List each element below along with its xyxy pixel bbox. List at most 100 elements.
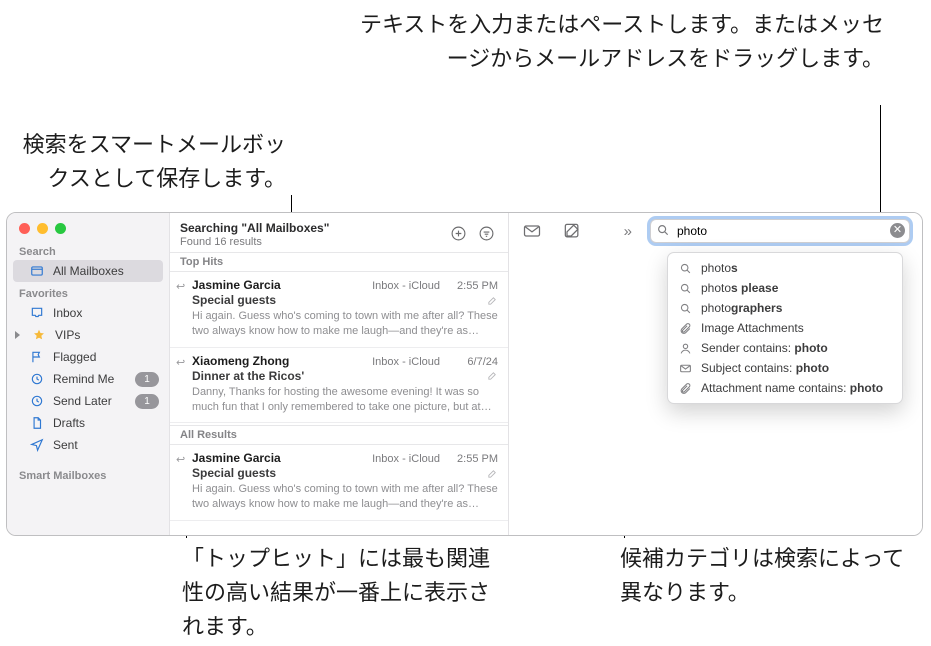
search-suggestions-popover: photos photos please photographers Image At… — [667, 252, 903, 404]
search-icon — [678, 262, 693, 275]
sidebar-item-label: All Mailboxes — [53, 264, 153, 278]
sidebar-item-remind-me[interactable]: Remind Me 1 — [7, 368, 169, 390]
sidebar-heading-search: Search — [7, 240, 169, 260]
suggestion-category[interactable]: Attachment name contains: photo — [668, 378, 902, 398]
callout-input-text: テキストを入力またはペーストします。またはメッセージからメールアドレスをドラッグ… — [344, 8, 884, 76]
sidebar-item-sent[interactable]: Sent — [7, 434, 169, 456]
suggestion-text[interactable]: photographers — [668, 298, 902, 318]
message-mailbox: Inbox - iCloud — [372, 356, 440, 368]
content-pane: » ✕ photos photos please photographers Imag… — [509, 213, 922, 535]
person-icon — [678, 342, 693, 355]
message-row[interactable]: ↩Xiaomeng ZhongInbox - iCloud6/7/24Dinne… — [170, 348, 508, 424]
suggestion-label: Subject contains: photo — [701, 361, 829, 375]
draft-icon — [487, 295, 498, 306]
draft-icon — [487, 468, 498, 479]
sidebar-item-label: Inbox — [53, 306, 159, 320]
mailbox-icon[interactable] — [521, 220, 543, 242]
message-subject: Special guests — [192, 293, 481, 307]
mailboxes-icon — [29, 263, 45, 279]
sidebar-item-vips[interactable]: VIPs — [7, 324, 169, 346]
message-list-pane: Searching "All Mailboxes" Found 16 resul… — [170, 213, 509, 535]
clock-icon — [29, 371, 45, 387]
message-subject: Special guests — [192, 466, 481, 480]
list-subtitle: Found 16 results — [180, 236, 442, 248]
reply-indicator-icon: ↩ — [176, 280, 185, 293]
save-smart-mailbox-button[interactable] — [446, 221, 470, 245]
star-icon — [31, 327, 47, 343]
sidebar-item-label: Sent — [53, 438, 159, 452]
search-icon — [678, 282, 693, 295]
sidebar-heading-smart: Smart Mailboxes — [7, 464, 169, 484]
message-date: 2:55 PM — [446, 453, 498, 465]
compose-icon[interactable] — [561, 220, 583, 242]
suggestion-label: photos — [701, 261, 738, 275]
window-controls — [7, 213, 169, 240]
callout-top-hits: 「トップヒット」には最も関連性の高い結果が一番上に表示されます。 — [182, 542, 502, 644]
suggestion-label: Image Attachments — [701, 321, 804, 335]
toolbar-overflow-button[interactable]: » — [624, 223, 632, 240]
leader-line — [880, 105, 881, 217]
suggestion-label: photos please — [701, 281, 778, 295]
message-date: 2:55 PM — [446, 280, 498, 292]
section-top-hits: Top Hits — [170, 252, 508, 272]
filter-button[interactable] — [474, 221, 498, 245]
sidebar-item-label: VIPs — [55, 328, 159, 342]
suggestion-text[interactable]: photos — [668, 258, 902, 278]
search-icon — [656, 223, 670, 237]
message-mailbox: Inbox - iCloud — [372, 453, 440, 465]
sidebar-badge: 1 — [135, 394, 159, 409]
zoom-window-button[interactable] — [55, 223, 66, 234]
suggestion-text[interactable]: photos please — [668, 278, 902, 298]
sidebar-item-drafts[interactable]: Drafts — [7, 412, 169, 434]
search-input[interactable] — [675, 223, 887, 239]
suggestion-category[interactable]: Subject contains: photo — [668, 358, 902, 378]
clip-icon — [678, 322, 693, 335]
envelope-icon — [678, 362, 693, 375]
flag-icon — [29, 349, 45, 365]
reply-indicator-icon: ↩ — [176, 356, 185, 369]
sidebar-item-all-mailboxes[interactable]: All Mailboxes — [13, 260, 163, 282]
reply-indicator-icon: ↩ — [176, 453, 185, 466]
message-preview: Danny, Thanks for hosting the awesome ev… — [192, 385, 498, 415]
message-from: Jasmine Garcia — [192, 451, 281, 465]
minimize-window-button[interactable] — [37, 223, 48, 234]
message-row[interactable]: ↩ Jasmine Garcia Inbox - iCloud 2:55 PMSpec… — [170, 445, 508, 521]
sidebar-badge: 1 — [135, 372, 159, 387]
sidebar-heading-favorites: Favorites — [7, 282, 169, 302]
sidebar-item-label: Remind Me — [53, 372, 127, 386]
inbox-icon — [29, 305, 45, 321]
message-from: Xiaomeng Zhong — [192, 354, 289, 368]
sidebar-item-label: Drafts — [53, 416, 159, 430]
suggestion-category[interactable]: Sender contains: photo — [668, 338, 902, 358]
sidebar-item-inbox[interactable]: Inbox — [7, 302, 169, 324]
sidebar-item-label: Send Later — [53, 394, 127, 408]
suggestion-label: Attachment name contains: photo — [701, 381, 883, 395]
doc-icon — [29, 415, 45, 431]
mail-window: Search All Mailboxes Favorites Inbox VIPs… — [6, 212, 923, 536]
message-preview: Hi again. Guess who's coming to town wit… — [192, 482, 498, 512]
clock-send-icon — [29, 393, 45, 409]
message-mailbox: Inbox - iCloud — [372, 280, 440, 292]
message-subject: Dinner at the Ricos' — [192, 369, 481, 383]
sidebar-item-send-later[interactable]: Send Later 1 — [7, 390, 169, 412]
list-header: Searching "All Mailboxes" Found 16 resul… — [170, 213, 508, 252]
content-toolbar: » ✕ — [509, 213, 922, 249]
search-icon — [678, 302, 693, 315]
section-all-results: All Results — [170, 425, 508, 445]
clip-icon — [678, 382, 693, 395]
message-from: Jasmine Garcia — [192, 278, 281, 292]
paperplane-icon — [29, 437, 45, 453]
suggestion-category[interactable]: Image Attachments — [668, 318, 902, 338]
message-row[interactable]: ↩ Jasmine Garcia Inbox - iCloud 2:55 PMSpec… — [170, 272, 508, 348]
callout-save-smart: 検索をスマートメールボックスとして保存します。 — [6, 128, 286, 196]
suggestion-label: Sender contains: photo — [701, 341, 828, 355]
search-field[interactable]: ✕ — [650, 219, 910, 243]
draft-icon — [487, 370, 498, 381]
close-window-button[interactable] — [19, 223, 30, 234]
callout-suggestion-categories: 候補カテゴリは検索によって異なります。 — [620, 542, 910, 610]
suggestion-label: photographers — [701, 301, 782, 315]
message-preview: Hi again. Guess who's coming to town wit… — [192, 309, 498, 339]
sidebar-item-flagged[interactable]: Flagged — [7, 346, 169, 368]
sidebar-item-label: Flagged — [53, 350, 159, 364]
clear-search-button[interactable]: ✕ — [890, 223, 905, 238]
